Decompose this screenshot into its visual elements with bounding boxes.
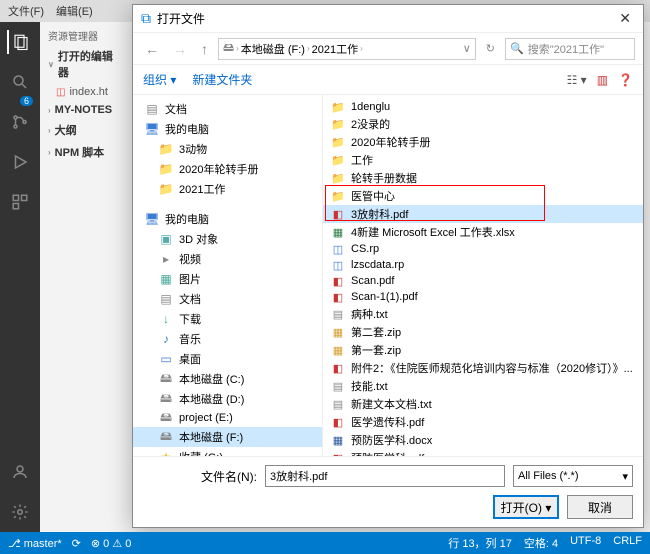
outline-section[interactable]: ›大纲	[40, 119, 130, 141]
menu-file[interactable]: 文件(F)	[8, 3, 44, 19]
tree-item[interactable]: 🖥我的电脑	[133, 209, 322, 229]
file-item[interactable]: ◧附件2：《住院医师规范化培训内容与标准（2020修订）》...	[323, 359, 643, 377]
tree-item[interactable]: ★收藏 (G:)	[133, 447, 322, 456]
encoding[interactable]: UTF-8	[570, 535, 601, 551]
indentation[interactable]: 空格: 4	[524, 535, 558, 551]
file-item[interactable]: ▤技能.txt	[323, 377, 643, 395]
organize-button[interactable]: 组织 ▾	[143, 71, 176, 88]
file-item[interactable]: ▦第二套.zip	[323, 323, 643, 341]
dialog-titlebar: ⧉ 打开文件 ✕	[133, 5, 643, 33]
explorer-icon[interactable]	[7, 30, 31, 54]
search-icon[interactable]	[8, 70, 32, 94]
panel-title: 资源管理器	[40, 26, 130, 45]
npm-section[interactable]: ›NPM 脚本	[40, 141, 130, 163]
eol[interactable]: CRLF	[613, 535, 642, 551]
dialog-footer: 文件名(N): All Files (*.*)▾ 打开(O) ▾ 取消	[133, 456, 643, 527]
search-glyph-icon: 🔍	[510, 42, 524, 55]
refresh-icon[interactable]: ↻	[482, 40, 499, 57]
file-item[interactable]: ◧Scan.pdf	[323, 273, 643, 289]
problems-status[interactable]: ⊗ 0 ⚠ 0	[91, 537, 131, 550]
help-icon[interactable]: ❓	[618, 73, 633, 87]
file-item[interactable]: 📁工作	[323, 151, 643, 169]
tree-item[interactable]: ▦图片	[133, 269, 322, 289]
file-item[interactable]: ▦预防医学科.docx	[323, 431, 643, 449]
file-item[interactable]: ◧Scan-1(1).pdf	[323, 289, 643, 305]
debug-icon[interactable]	[8, 150, 32, 174]
open-button[interactable]: 打开(O) ▾	[493, 495, 559, 519]
scm-badge: 6	[20, 96, 33, 106]
scm-icon[interactable]	[8, 110, 32, 134]
branch-status[interactable]: ⎇ master*	[8, 537, 62, 550]
filename-input[interactable]	[265, 465, 505, 487]
file-filter[interactable]: All Files (*.*)▾	[513, 465, 633, 487]
file-item[interactable]: ◫lzscdata.rp	[323, 257, 643, 273]
tree-item[interactable]: ♪音乐	[133, 329, 322, 349]
tree-item[interactable]: ▤文档	[133, 289, 322, 309]
back-icon[interactable]: ←	[141, 39, 163, 59]
search-input[interactable]: 🔍 搜索"2021工作"	[505, 38, 635, 60]
file-item[interactable]: 📁医管中心	[323, 187, 643, 205]
close-icon[interactable]: ✕	[615, 10, 635, 27]
cursor-position[interactable]: 行 13，列 17	[448, 535, 512, 551]
file-item[interactable]: ▦4新建 Microsoft Excel 工作表.xlsx	[323, 223, 643, 241]
tree-item[interactable]: 🖥我的电脑	[133, 119, 322, 139]
drive-icon: 🖴	[223, 39, 234, 58]
open-file[interactable]: ◫index.ht	[40, 83, 130, 101]
mynotes-section[interactable]: ›MY-NOTES	[40, 101, 130, 119]
settings-icon[interactable]	[8, 500, 32, 524]
breadcrumb[interactable]: 🖴 › 本地磁盘 (F:) › 2021工作 › ∨	[218, 38, 476, 60]
file-item[interactable]: ▦第一套.zip	[323, 341, 643, 359]
status-bar: ⎇ master* ⟳ ⊗ 0 ⚠ 0 行 13，列 17 空格: 4 UTF-…	[0, 532, 650, 554]
tree-pane[interactable]: ▤文档🖥我的电脑📁3动物📁2020年轮转手册📁2021工作🖥我的电脑▣3D 对象…	[133, 95, 323, 456]
file-item[interactable]: ▤病种.txt	[323, 305, 643, 323]
extensions-icon[interactable]	[8, 190, 32, 214]
tree-item[interactable]: ▣3D 对象	[133, 229, 322, 249]
tree-item[interactable]: 🖴本地磁盘 (F:)	[133, 427, 322, 447]
preview-icon[interactable]: ▥	[597, 73, 608, 87]
file-item[interactable]: ◧预防医学科.pdf	[323, 449, 643, 456]
forward-icon[interactable]: →	[169, 39, 191, 59]
tree-item[interactable]: ▸视频	[133, 249, 322, 269]
dialog-title: 打开文件	[157, 10, 615, 27]
tree-item[interactable]: 🖴本地磁盘 (D:)	[133, 389, 322, 409]
activity-bar: 6	[0, 22, 40, 532]
file-item[interactable]: 📁轮转手册数据	[323, 169, 643, 187]
vscode-icon: ⧉	[141, 10, 151, 27]
dialog-toolbar: 组织 ▾ 新建文件夹 ☷ ▾ ▥ ❓	[133, 65, 643, 95]
file-item[interactable]: ◧3放射科.pdf	[323, 205, 643, 223]
tree-item[interactable]: ↓下载	[133, 309, 322, 329]
filename-label: 文件名(N):	[201, 468, 257, 485]
sync-status[interactable]: ⟳	[72, 537, 81, 550]
dialog-nav: ← → ↑ 🖴 › 本地磁盘 (F:) › 2021工作 › ∨ ↻ 🔍 搜索"…	[133, 33, 643, 65]
up-icon[interactable]: ↑	[197, 39, 212, 59]
tree-item[interactable]: 🖴project (E:)	[133, 409, 322, 427]
tree-item[interactable]: 📁2021工作	[133, 179, 322, 199]
tree-item[interactable]: 📁3动物	[133, 139, 322, 159]
tree-item[interactable]: 🖴本地磁盘 (C:)	[133, 369, 322, 389]
side-panel: 资源管理器 ∨打开的编辑器 ◫index.ht ›MY-NOTES ›大纲 ›N…	[40, 22, 130, 532]
file-item[interactable]: ▤新建文本文档.txt	[323, 395, 643, 413]
menu-edit[interactable]: 编辑(E)	[56, 3, 93, 19]
new-folder-button[interactable]: 新建文件夹	[192, 71, 252, 88]
tree-item[interactable]: ▤文档	[133, 99, 322, 119]
file-item[interactable]: ◫CS.rp	[323, 241, 643, 257]
file-item[interactable]: ◧医学遗传科.pdf	[323, 413, 643, 431]
tree-item[interactable]: 📁2020年轮转手册	[133, 159, 322, 179]
tree-item[interactable]: ▭桌面	[133, 349, 322, 369]
file-pane[interactable]: 📁1denglu📁2没录的📁2020年轮转手册📁工作📁轮转手册数据📁医管中心◧3…	[323, 95, 643, 456]
file-item[interactable]: 📁2没录的	[323, 115, 643, 133]
account-icon[interactable]	[8, 460, 32, 484]
file-item[interactable]: 📁2020年轮转手册	[323, 133, 643, 151]
open-editors-section[interactable]: ∨打开的编辑器	[40, 45, 130, 83]
view-icon[interactable]: ☷ ▾	[567, 73, 587, 87]
open-file-dialog: ⧉ 打开文件 ✕ ← → ↑ 🖴 › 本地磁盘 (F:) › 2021工作 › …	[132, 4, 644, 528]
file-item[interactable]: 📁1denglu	[323, 99, 643, 115]
cancel-button[interactable]: 取消	[567, 495, 633, 519]
